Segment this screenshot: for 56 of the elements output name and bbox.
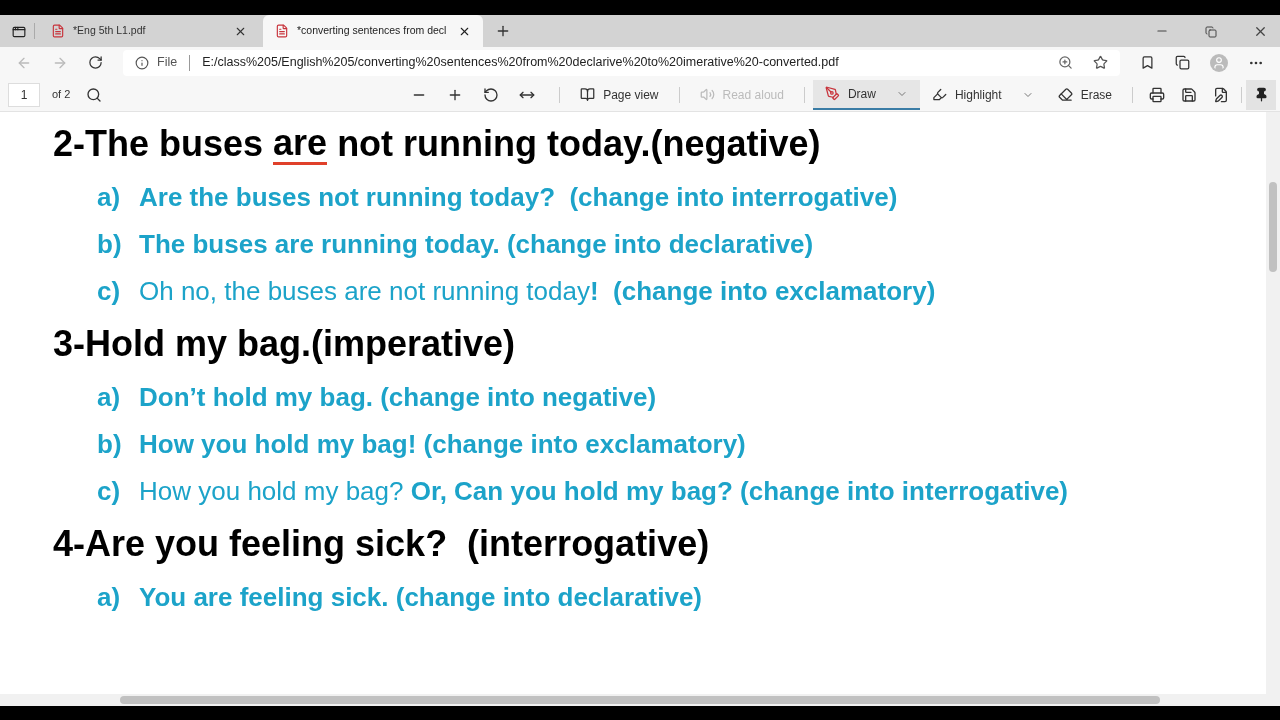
save-as-icon[interactable] — [1213, 86, 1229, 103]
erase-button[interactable]: Erase — [1045, 79, 1124, 110]
read-aloud-icon — [699, 87, 715, 102]
pin-icon — [1253, 87, 1269, 102]
info-icon — [135, 55, 149, 70]
item-marker: b) — [97, 228, 123, 261]
section-heading: 4-Are you feeling sick? (interrogative) — [53, 522, 711, 566]
exercise-sentence: How you hold my bag! (change into exclamatory) — [139, 428, 746, 461]
highlight-icon — [931, 87, 947, 102]
page-count: of 2 — [52, 87, 71, 103]
vertical-scrollbar[interactable] — [1266, 112, 1280, 694]
item-marker: a) — [97, 181, 122, 214]
favorites-icon[interactable] — [1140, 55, 1155, 70]
item-marker: a) — [97, 381, 122, 414]
exercise-sentence: The buses are running today. (change into declarative) — [139, 228, 814, 261]
section-heading: 3-Hold my bag.(imperative) — [53, 322, 517, 366]
page-view-icon — [580, 87, 596, 102]
search-icon[interactable] — [86, 86, 103, 103]
collections-icon[interactable] — [1175, 55, 1190, 70]
exercise-sentence: Are the buses not running today? (change into interrogative) — [139, 181, 898, 214]
exercise-sentence: How you hold my bag? Or, Can you hold my bag? (change into interrogative) — [139, 475, 1068, 508]
section-heading: 2-The buses are not running today.(negative) — [53, 120, 822, 167]
item-marker: c) — [97, 475, 122, 508]
horizontal-scrollbar[interactable] — [0, 694, 1280, 706]
refresh-icon[interactable] — [88, 55, 103, 70]
zoom-icon[interactable] — [1058, 55, 1073, 70]
scheme-label: File — [157, 54, 178, 72]
item-marker: b) — [97, 428, 123, 461]
item-marker: c) — [97, 275, 122, 308]
draw-button[interactable]: Draw — [812, 79, 920, 110]
pdf-icon — [275, 24, 289, 38]
pin-toolbar-button[interactable] — [1246, 79, 1276, 110]
exercise-sentence: You are feeling sick. (change into declarative) — [139, 581, 703, 614]
browser-tab[interactable]: *Eng 5th L1.pdf — [39, 15, 259, 47]
tab-title: *converting sentences from decl — [297, 23, 448, 39]
item-marker: a) — [97, 581, 122, 614]
tab-actions-icon[interactable] — [12, 25, 26, 39]
print-icon[interactable] — [1149, 86, 1165, 103]
pdf-icon — [51, 24, 65, 38]
highlight-button[interactable]: Highlight — [919, 79, 1046, 110]
page-view-button[interactable]: Page view — [568, 79, 671, 110]
browser-tab[interactable]: *converting sentences from decl — [263, 15, 483, 47]
favorite-icon[interactable] — [1093, 55, 1108, 70]
tab-title: *Eng 5th L1.pdf — [73, 23, 147, 39]
close-window-icon[interactable] — [1253, 24, 1268, 39]
rotate-icon[interactable] — [483, 86, 500, 103]
erase-icon — [1057, 87, 1073, 102]
url-text: E:/class%205/English%205/converting%20sentences%20from%20declarive%20to%20imerative%20-converted.pdf — [202, 54, 840, 72]
page-number-field[interactable]: 1 — [8, 82, 40, 107]
exercise-sentence: Oh no, the buses are not running today! (change into exclamatory) — [139, 275, 936, 308]
new-tab-icon[interactable] — [495, 23, 511, 39]
draw-icon — [824, 86, 840, 101]
restore-icon[interactable] — [1205, 26, 1217, 38]
save-icon[interactable] — [1181, 86, 1197, 103]
address-field[interactable]: File E:/class%205/English%205/converting%20sentences%20from%20declarive%20to%20imerative%20-converted.pdf — [123, 49, 1120, 76]
exercise-sentence: Don’t hold my bag. (change into negative) — [139, 381, 657, 414]
